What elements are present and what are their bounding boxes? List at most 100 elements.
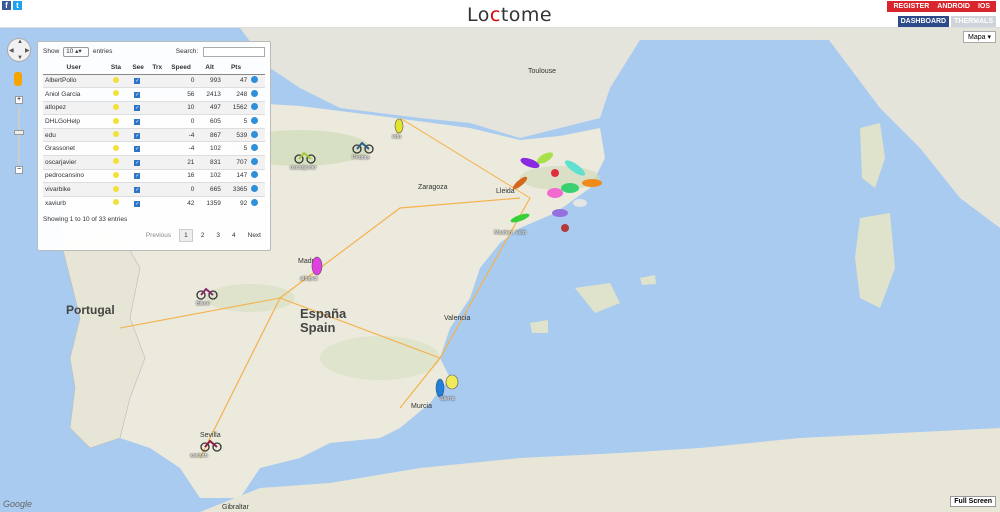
- locate-icon[interactable]: [251, 144, 259, 152]
- cell-see[interactable]: ✓: [127, 195, 149, 210]
- cell-locate[interactable]: [249, 73, 265, 88]
- cell-locate[interactable]: [249, 141, 265, 156]
- zoom-slider-handle[interactable]: [14, 130, 24, 135]
- cell-see[interactable]: ✓: [127, 182, 149, 197]
- table-row[interactable]: xaviurb ✓ 42 1359 92: [43, 195, 265, 210]
- cell-see[interactable]: ✓: [127, 73, 149, 88]
- see-checkbox-icon[interactable]: ✓: [134, 132, 141, 139]
- locate-icon[interactable]: [251, 117, 259, 125]
- see-checkbox-icon[interactable]: ✓: [134, 187, 141, 194]
- cell-see[interactable]: ✓: [127, 100, 149, 115]
- column-header-sta[interactable]: Sta: [104, 62, 128, 75]
- column-header-user[interactable]: User: [43, 62, 105, 75]
- street-view-icon[interactable]: [14, 72, 22, 86]
- table-row[interactable]: Aniol Garcia ✓ 56 2413 248: [43, 87, 265, 102]
- column-header-trx[interactable]: Trx: [148, 62, 166, 75]
- locate-icon[interactable]: [251, 157, 259, 165]
- see-checkbox-icon[interactable]: ✓: [134, 159, 141, 166]
- cell-locate[interactable]: [249, 114, 265, 129]
- locate-icon[interactable]: [251, 130, 259, 138]
- twitter-icon[interactable]: t: [13, 1, 22, 10]
- locate-icon[interactable]: [251, 103, 259, 111]
- glider-marker[interactable]: [393, 118, 405, 134]
- see-checkbox-icon[interactable]: ✓: [134, 173, 141, 180]
- cell-user[interactable]: atlopez: [43, 100, 105, 115]
- cell-locate[interactable]: [249, 100, 265, 115]
- map-type-select[interactable]: Mapa ▾: [963, 31, 996, 43]
- cell-see[interactable]: ✓: [127, 155, 149, 170]
- bike-marker[interactable]: [352, 140, 374, 154]
- table-row[interactable]: edu ✓ -4 867 539: [43, 127, 265, 142]
- search-input[interactable]: [203, 47, 265, 57]
- cell-pts: 5: [222, 141, 250, 156]
- table-row[interactable]: oscarjavier ✓ 21 831 707: [43, 155, 265, 170]
- locate-icon[interactable]: [251, 76, 259, 84]
- cell-user[interactable]: oscarjavier: [43, 155, 105, 170]
- cell-user[interactable]: AlbertPollo: [43, 73, 105, 88]
- cell-see[interactable]: ✓: [127, 141, 149, 156]
- cell-user[interactable]: xaviurb: [43, 195, 105, 210]
- locate-icon[interactable]: [251, 198, 259, 206]
- cell-see[interactable]: ✓: [127, 168, 149, 183]
- column-header-pts[interactable]: Pts: [222, 62, 250, 75]
- cell-locate[interactable]: [249, 168, 265, 183]
- table-row[interactable]: Grassonet ✓ -4 102 5: [43, 141, 265, 156]
- cell-locate[interactable]: [249, 182, 265, 197]
- ios-link[interactable]: IOS: [975, 2, 993, 11]
- table-row[interactable]: vivarbike ✓ 0 665 3365: [43, 182, 265, 197]
- see-checkbox-icon[interactable]: ✓: [134, 200, 141, 207]
- see-checkbox-icon[interactable]: ✓: [134, 91, 141, 98]
- cell-user[interactable]: DHLGoHelp: [43, 114, 105, 129]
- next-page-button[interactable]: Next: [244, 230, 265, 241]
- column-header-speed[interactable]: Speed: [165, 62, 197, 75]
- dashboard-button[interactable]: DASHBOARD: [897, 16, 950, 27]
- page-button-4[interactable]: 4: [228, 230, 240, 241]
- bike-marker[interactable]: [200, 438, 222, 452]
- thermals-button[interactable]: THERMALS: [951, 16, 996, 27]
- column-header-see[interactable]: See: [127, 62, 149, 75]
- zoom-out-button[interactable]: −: [15, 166, 23, 174]
- see-checkbox-icon[interactable]: ✓: [134, 146, 141, 153]
- cell-see[interactable]: ✓: [127, 127, 149, 142]
- loctome-logo[interactable]: Loctome: [467, 4, 552, 26]
- cell-user[interactable]: pedrocansino: [43, 168, 105, 183]
- pan-control[interactable]: ▲ ▼ ◀ ▶: [7, 38, 31, 62]
- see-checkbox-icon[interactable]: ✓: [134, 119, 141, 126]
- page-button-1[interactable]: 1: [179, 228, 193, 242]
- register-link[interactable]: REGISTER: [890, 2, 932, 11]
- table-row[interactable]: DHLGoHelp ✓ 0 605 5: [43, 114, 265, 129]
- cell-speed: 0: [165, 182, 197, 197]
- facebook-icon[interactable]: f: [2, 1, 11, 10]
- table-row[interactable]: atlopez ✓ 10 497 1562: [43, 100, 265, 115]
- bike-marker[interactable]: [294, 150, 316, 164]
- page-button-2[interactable]: 2: [197, 230, 209, 241]
- cell-locate[interactable]: [249, 87, 265, 102]
- glider-marker[interactable]: [308, 256, 326, 276]
- bike-marker[interactable]: [196, 286, 218, 300]
- cell-user[interactable]: Grassonet: [43, 141, 105, 156]
- cell-locate[interactable]: [249, 195, 265, 210]
- page-button-3[interactable]: 3: [212, 230, 224, 241]
- table-row[interactable]: pedrocansino ✓ 16 102 147: [43, 168, 265, 183]
- glider-marker[interactable]: [432, 374, 460, 398]
- cell-see[interactable]: ✓: [127, 87, 149, 102]
- zoom-slider-track[interactable]: [18, 106, 20, 164]
- cell-user[interactable]: Aniol Garcia: [43, 87, 105, 102]
- cell-user[interactable]: edu: [43, 127, 105, 142]
- cell-locate[interactable]: [249, 127, 265, 142]
- cell-locate[interactable]: [249, 155, 265, 170]
- table-row[interactable]: AlbertPollo ✓ 0 993 47: [43, 73, 265, 88]
- locate-icon[interactable]: [251, 89, 259, 97]
- locate-icon[interactable]: [251, 171, 259, 179]
- cell-user[interactable]: vivarbike: [43, 182, 105, 197]
- entries-select[interactable]: 10 ▴▾: [63, 47, 90, 57]
- see-checkbox-icon[interactable]: ✓: [134, 78, 141, 85]
- locate-icon[interactable]: [251, 185, 259, 193]
- zoom-in-button[interactable]: +: [15, 96, 23, 104]
- cell-see[interactable]: ✓: [127, 114, 149, 129]
- previous-page-button[interactable]: Previous: [142, 230, 175, 241]
- column-header-alt[interactable]: Alt: [196, 62, 223, 75]
- fullscreen-button[interactable]: Full Screen: [950, 496, 996, 507]
- android-link[interactable]: ANDROID: [934, 2, 973, 11]
- see-checkbox-icon[interactable]: ✓: [134, 105, 141, 112]
